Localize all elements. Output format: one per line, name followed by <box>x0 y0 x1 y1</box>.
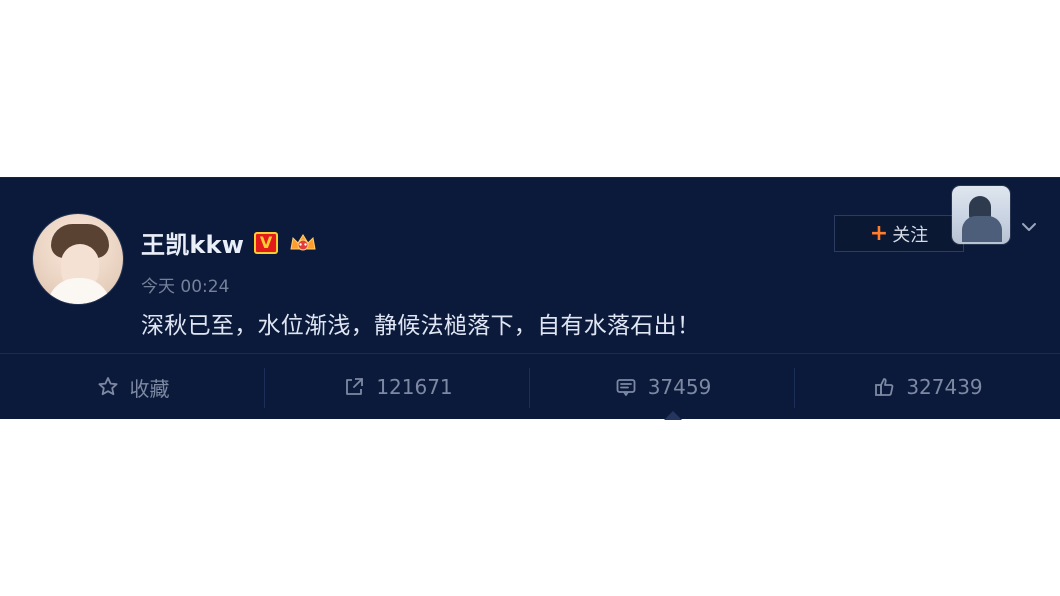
name-row: 王凯kkw V <box>141 225 318 260</box>
username[interactable]: 王凯kkw <box>141 225 244 260</box>
verified-badge-label: V <box>259 232 273 252</box>
comment-button[interactable]: 37459 <box>530 354 795 420</box>
follow-button[interactable]: + 关注 <box>834 215 964 252</box>
plus-icon: + <box>869 220 889 246</box>
comment-pointer <box>664 411 682 420</box>
repost-button[interactable]: 121671 <box>265 354 530 420</box>
star-icon <box>96 375 120 399</box>
follow-button-label: 关注 <box>892 224 929 246</box>
repost-count: 121671 <box>376 375 453 399</box>
favorite-label: 收藏 <box>129 376 170 401</box>
thumbs-up-icon <box>872 375 896 399</box>
repost-icon <box>342 375 366 399</box>
post-time: 今天 00:24 <box>141 277 230 297</box>
user-avatar[interactable] <box>33 214 123 304</box>
crown-icon <box>288 231 318 255</box>
like-button[interactable]: 327439 <box>795 354 1060 420</box>
comment-count: 37459 <box>647 375 712 399</box>
photo-person-body <box>962 216 1002 242</box>
user-photo-thumbnail <box>952 186 1010 244</box>
post-text: 深秋已至，水位渐浅，静候法槌落下，自有水落石出！ <box>141 313 701 339</box>
like-count: 327439 <box>906 375 983 399</box>
verified-badge: V <box>254 231 279 254</box>
chevron-down-icon[interactable] <box>1016 214 1042 240</box>
comment-icon <box>614 375 638 399</box>
avatar-shirt <box>47 278 111 304</box>
favorite-button[interactable]: 收藏 <box>0 354 265 420</box>
action-bar: 收藏 121671 37459 327439 <box>0 353 1060 420</box>
weibo-post-card: 王凯kkw V 今天 00:24 深秋已至，水位渐浅，静候法槌落下，自有水落石出… <box>0 177 1060 420</box>
